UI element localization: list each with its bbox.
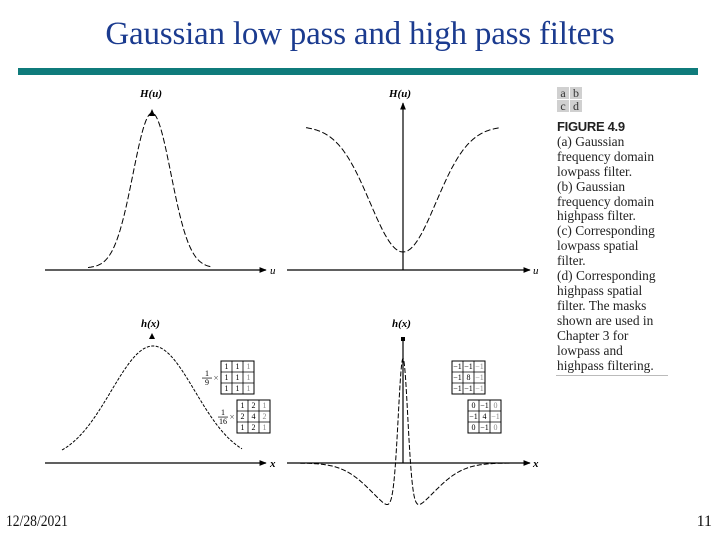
mask-scale-numerator: 1	[221, 408, 225, 417]
mask-scale-numerator: 1	[205, 369, 209, 378]
figure-caption-line: filter.	[557, 253, 586, 269]
mask-cell: 0	[494, 423, 498, 432]
panel-c-lowpass-spatial: h(x) x 1 1 11 1 11 1 119 ×1 2 12 4 21 2 1116 ×	[45, 318, 276, 470]
mask-cell: 1	[241, 401, 245, 410]
panel-label-b: b	[570, 87, 582, 99]
panel-d-y-label: h(x)	[392, 318, 411, 330]
figure-caption-line: lowpass and	[557, 342, 623, 358]
mask-cell: 2	[252, 401, 256, 410]
mask-cell: 2	[263, 412, 267, 421]
panel-a-curve	[87, 112, 213, 268]
panel-c-y-label: h(x)	[141, 318, 160, 330]
mask-cell: 8	[467, 373, 471, 382]
panel-b-highpass-frequency: H(u) u	[287, 88, 539, 277]
mask-cell: 1	[263, 423, 267, 432]
panel-a-y-label: H(u)	[139, 88, 162, 100]
mask-scale-denominator: 16	[219, 417, 227, 426]
figure-caption: FIGURE 4.9 (a) Gaussian frequency domain l…	[557, 119, 677, 374]
figure-caption-line: shown are used in	[557, 312, 654, 328]
panel-label-grid: a b c d	[557, 87, 582, 112]
figure-caption-body: (a) Gaussian frequency domain lowpass filt…	[557, 133, 677, 374]
figure-caption-line: lowpass filter.	[557, 163, 633, 179]
figure-caption-line: frequency domain	[557, 148, 655, 164]
mask-cell: 0	[472, 423, 476, 432]
figure-caption-line: (c) Corresponding	[557, 223, 655, 239]
mask-times-sign: ×	[229, 412, 234, 422]
panel-a-peak-arrow	[149, 109, 155, 116]
mask-cell: −1	[469, 412, 478, 421]
panel-c-x-label: x	[269, 458, 276, 470]
figure-caption-line: highpass filter.	[557, 208, 636, 224]
figure-caption-line: (a) Gaussian	[557, 133, 625, 149]
figure-caption-heading: FIGURE 4.9	[557, 119, 625, 134]
footer-date: 12/28/2021	[6, 513, 68, 530]
panel-d-masks: −1 −1 −1−1 8 −1−1 −1 −10 −1 0−1 4 −10 −1 0	[451, 360, 502, 434]
footer-page-number: 11	[696, 513, 712, 530]
mask-box-1-9: 1 1 11 1 11 1 119 ×	[202, 360, 255, 395]
panel-c-curve	[61, 345, 243, 451]
mask-cell: 1	[236, 384, 240, 393]
mask-cell: −1	[453, 384, 462, 393]
mask-cell: −1	[453, 362, 462, 371]
mask-cell: 1	[241, 423, 245, 432]
mask-cell: 1	[263, 401, 267, 410]
mask-scale-denominator: 9	[205, 378, 209, 387]
mask-cell: 1	[247, 384, 251, 393]
panel-b-y-label: H(u)	[388, 88, 411, 100]
panel-c-peak-arrow	[149, 333, 155, 339]
mask-cell: −1	[453, 373, 462, 382]
mask-laplacian-4: 0 −1 0 −1 4 −1 0 −1 0	[467, 399, 502, 434]
figure-caption-line: Chapter 3 for	[557, 327, 629, 343]
figure-caption-line: highpass spatial	[557, 282, 643, 298]
figure-caption-line: filter. The masks	[557, 297, 647, 313]
mask-cell: 1	[247, 373, 251, 382]
figure-caption-line: highpass filtering.	[557, 357, 654, 373]
mask-cell: 2	[252, 423, 256, 432]
mask-weighted-1-16: 1 2 12 4 21 2 1116 ×	[218, 399, 271, 434]
mask-cell: 1	[236, 373, 240, 382]
mask-cell: −1	[475, 362, 484, 371]
mask-cell: −1	[491, 412, 500, 421]
mask-cell: −1	[475, 384, 484, 393]
mask-cell: 1	[236, 362, 240, 371]
panel-c-masks: 1 1 11 1 11 1 119 ×1 2 12 4 21 2 1116 ×	[202, 360, 271, 434]
panel-label-a: a	[557, 87, 569, 99]
panel-d-highpass-spatial: h(x) x −1 −1 −1−1 8 −1−1 −1 −10 −1 0−1 4 −10 −1 0	[287, 318, 539, 505]
panel-a-lowpass-frequency: H(u) u	[45, 88, 276, 277]
mask-cell: 1	[247, 362, 251, 371]
mask-cell: 2	[241, 412, 245, 421]
panel-label-c: c	[557, 100, 569, 112]
mask-cell: −1	[480, 423, 489, 432]
panel-a-x-label: u	[270, 265, 276, 277]
figure-caption-line: (b) Gaussian	[557, 178, 626, 194]
figure-caption-line: lowpass spatial	[557, 238, 639, 254]
panel-b-x-label: u	[533, 265, 539, 277]
mask-times-sign: ×	[213, 373, 218, 383]
mask-cell: −1	[480, 401, 489, 410]
mask-cell: 0	[494, 401, 498, 410]
mask-cell: 1	[225, 373, 229, 382]
mask-cell: −1	[475, 373, 484, 382]
mask-cell: 4	[252, 412, 256, 421]
mask-cell: −1	[464, 384, 473, 393]
mask-cell: 1	[225, 362, 229, 371]
panel-d-x-label: x	[532, 458, 539, 470]
mask-laplacian-8: −1 −1 −1−1 8 −1−1 −1 −1	[451, 360, 486, 395]
mask-cell: −1	[464, 362, 473, 371]
mask-cell: 1	[225, 384, 229, 393]
mask-cell: 4	[483, 412, 487, 421]
panel-label-d: d	[570, 100, 582, 112]
panel-d-y-axis-tip	[401, 337, 405, 341]
figure-caption-line: frequency domain	[557, 193, 655, 209]
figure-caption-line: (d) Corresponding	[557, 268, 656, 284]
caption-bottom-rule	[556, 375, 668, 376]
mask-cell: 0	[472, 401, 476, 410]
